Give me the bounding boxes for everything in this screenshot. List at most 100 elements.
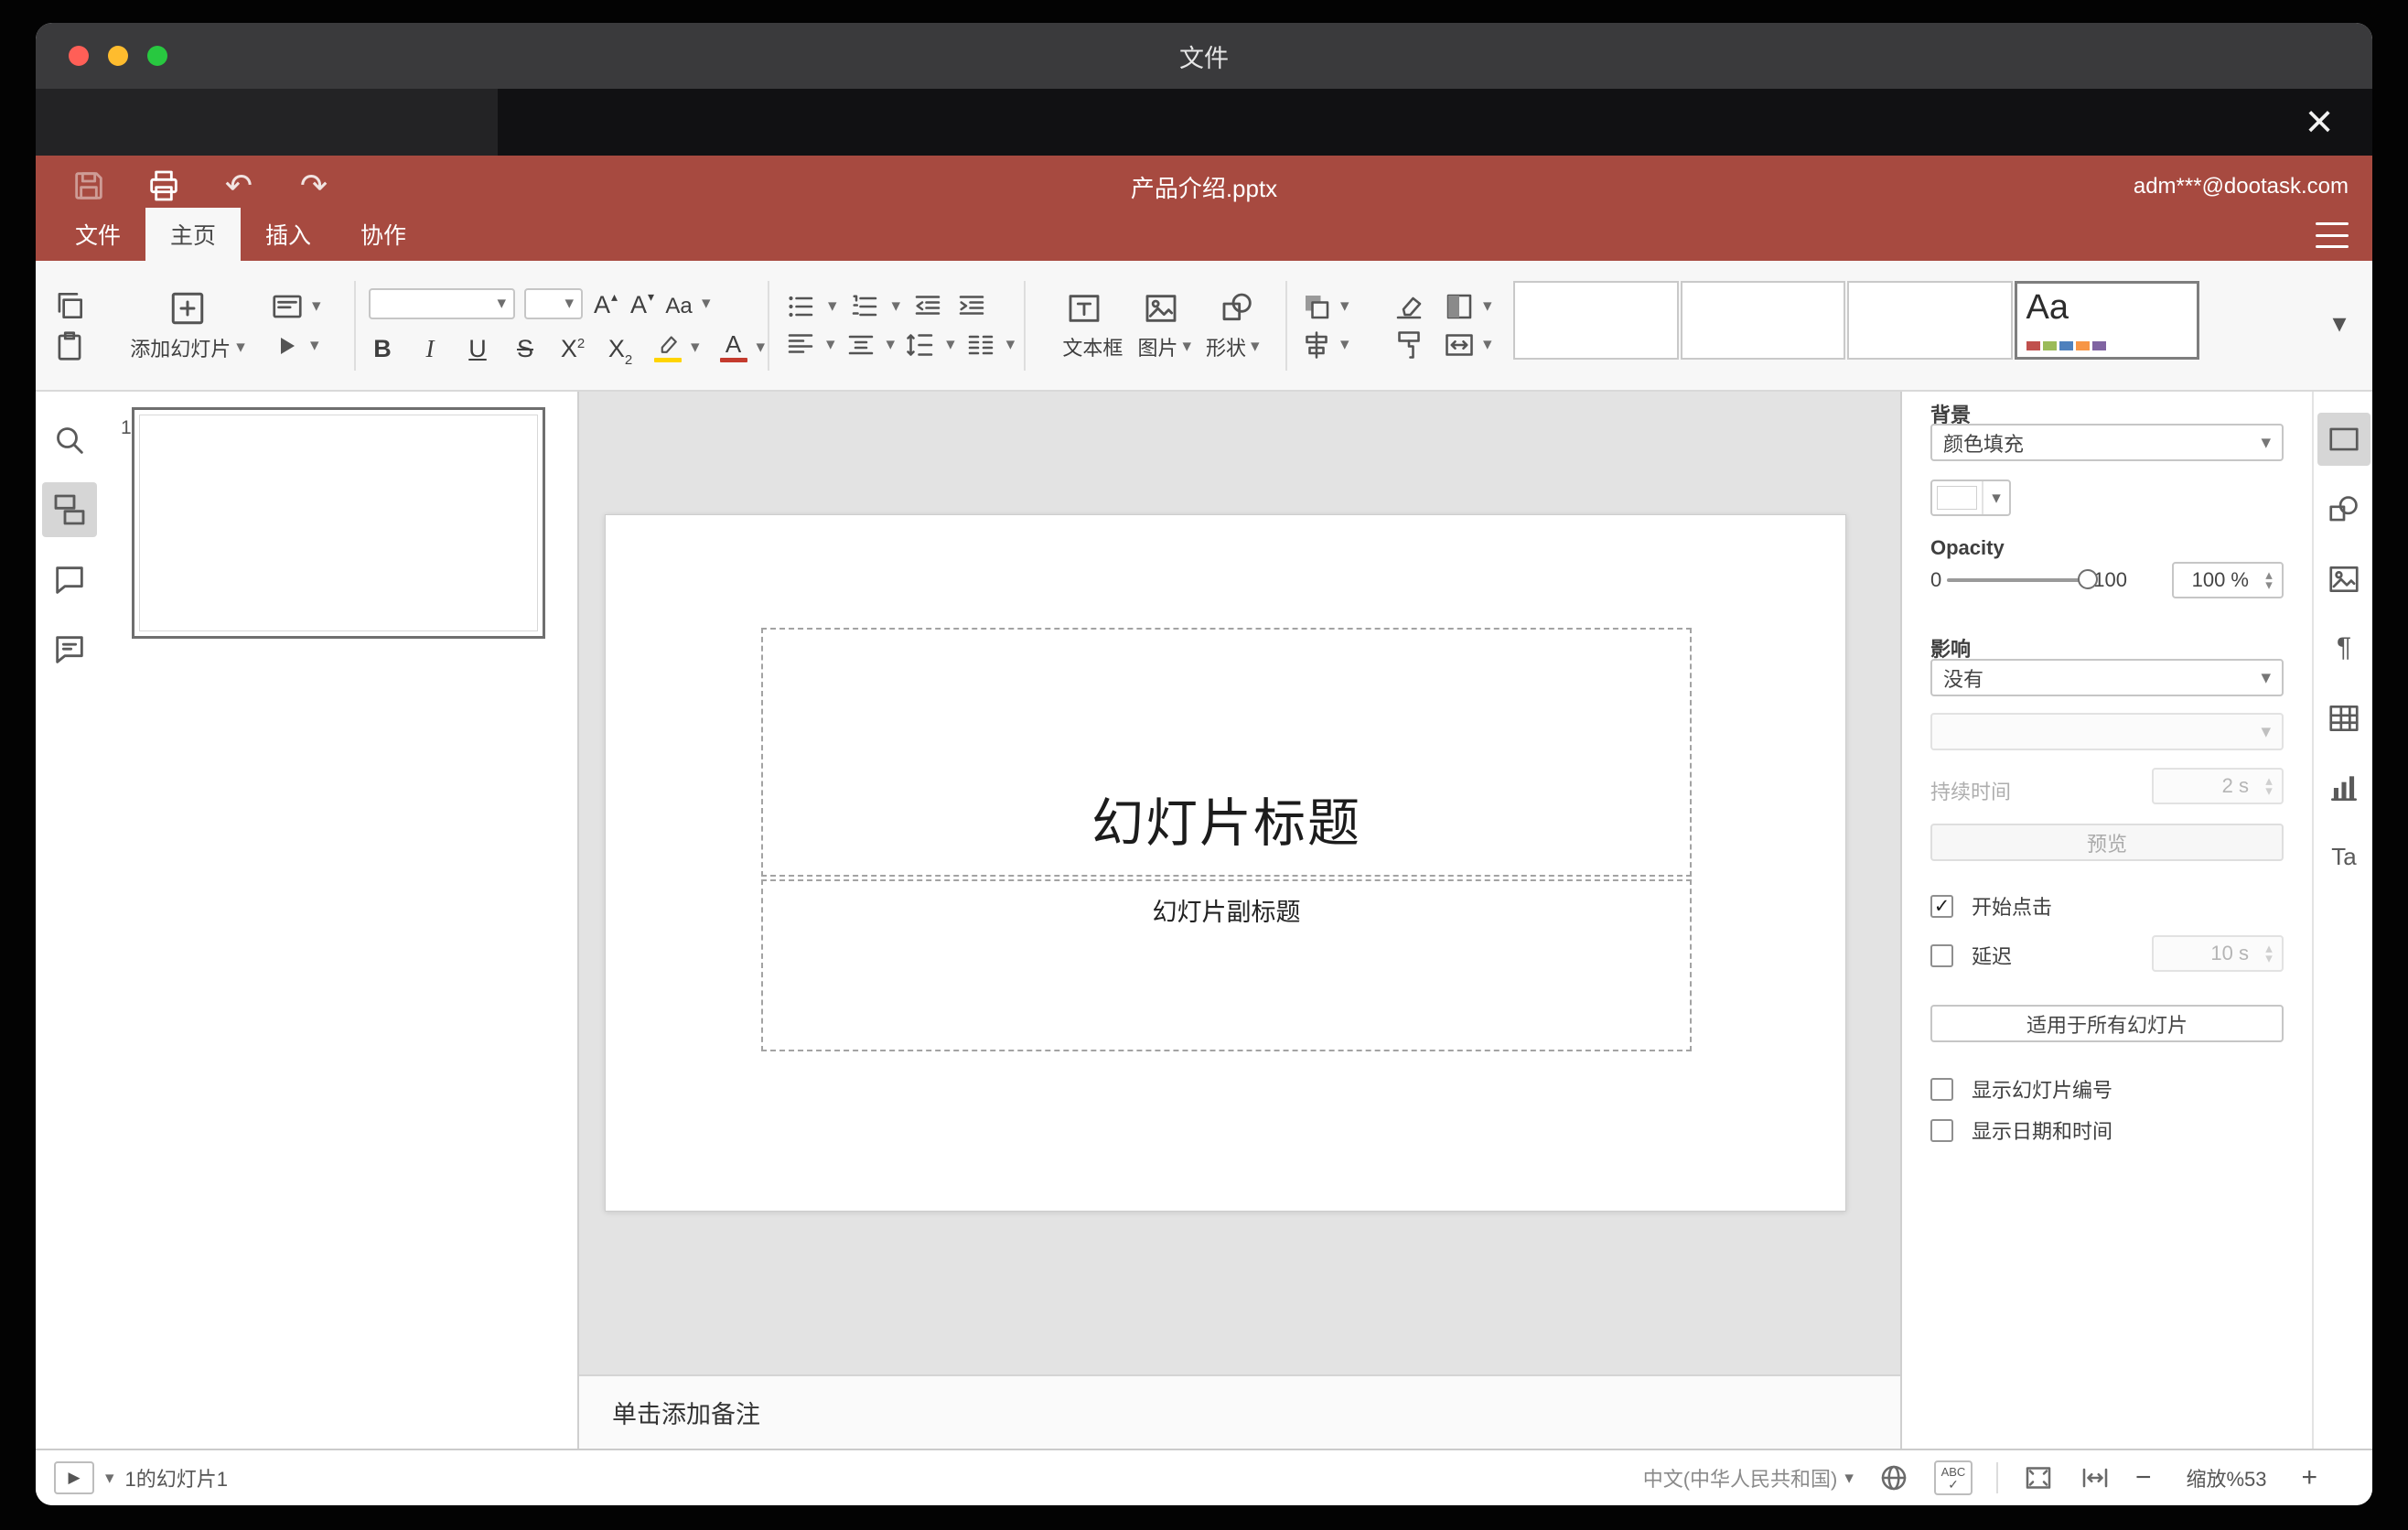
set-language-button[interactable] (1877, 1461, 1910, 1494)
fit-width-button[interactable] (2079, 1461, 2112, 1494)
shape-label[interactable]: 形状 (1206, 332, 1246, 361)
subscript-button[interactable]: X2 (607, 329, 634, 367)
theme-option[interactable] (1513, 281, 1679, 360)
chevron-down-icon[interactable]: ▾ (310, 337, 319, 354)
comments-button[interactable] (42, 553, 97, 608)
chevron-down-icon[interactable]: ▾ (1182, 338, 1191, 355)
highlight-color-button[interactable] (654, 332, 682, 362)
apply-to-all-button[interactable]: 适用于所有幻灯片 (1930, 1005, 2284, 1042)
font-name-combo[interactable]: ▾ (369, 287, 515, 319)
underline-button[interactable]: U (464, 329, 491, 367)
delay-checkbox[interactable] (1930, 943, 1953, 967)
horizontal-align-icon[interactable] (784, 329, 817, 361)
chevron-down-icon[interactable]: ▾ (1483, 336, 1492, 353)
add-slide-group[interactable]: 添加幻灯片 ▾ (113, 261, 263, 390)
search-button[interactable] (42, 413, 97, 468)
shape-settings-button[interactable] (2317, 483, 2370, 536)
theme-option[interactable] (1847, 281, 2013, 360)
delay-spinner[interactable]: 10 s ▴ ▾ (2152, 935, 2284, 972)
slide-size-icon[interactable] (1443, 329, 1476, 361)
chevron-down-icon[interactable]: ▾ (1251, 338, 1260, 355)
chevron-down-icon[interactable]: ▾ (757, 339, 766, 356)
bold-button[interactable]: B (369, 329, 396, 367)
slides-panel-button[interactable] (42, 482, 97, 537)
theme-option[interactable] (1680, 281, 1845, 360)
effect-variant-select[interactable]: ▾ (1930, 713, 2284, 750)
chevron-down-icon[interactable]: ▾ (828, 297, 837, 315)
notes-placeholder[interactable]: 单击添加备注 (612, 1395, 760, 1430)
opacity-slider[interactable] (1947, 569, 2099, 589)
close-preview-button[interactable]: × (2294, 96, 2345, 147)
chevron-down-icon[interactable]: ▾ (1340, 336, 1349, 353)
strikethrough-button[interactable]: S (511, 329, 539, 367)
zoom-window-button[interactable] (147, 46, 167, 66)
textbox-label[interactable]: 文本框 (1062, 332, 1123, 361)
chevron-down-icon[interactable]: ▾ (702, 295, 711, 312)
slide-title-text[interactable]: 幻灯片标题 (1091, 781, 1361, 857)
chevron-down-icon[interactable]: ▾ (946, 336, 955, 353)
chat-button[interactable] (42, 622, 97, 677)
title-placeholder[interactable]: 幻灯片标题 (761, 628, 1692, 877)
add-slide-icon[interactable] (168, 289, 207, 328)
chevron-down-icon[interactable]: ▾ (236, 339, 245, 356)
show-date-time-checkbox[interactable] (1930, 1118, 1953, 1142)
tab-collaboration[interactable]: 协作 (336, 208, 431, 261)
chevron-down-icon[interactable]: ▾ (105, 1470, 114, 1487)
decrease-font-button[interactable]: A ▾ (629, 285, 656, 323)
spin-down-icon[interactable]: ▾ (2265, 578, 2273, 592)
numbered-list-icon[interactable] (848, 290, 881, 323)
show-slide-number-checkbox[interactable] (1930, 1077, 1953, 1101)
line-spacing-icon[interactable] (904, 329, 937, 361)
opacity-spinner[interactable]: 100 % ▴ ▾ (2172, 562, 2284, 598)
slide-settings-button[interactable] (2317, 413, 2370, 466)
copy-style-icon[interactable] (1392, 329, 1425, 361)
align-shapes-icon[interactable] (1300, 329, 1333, 361)
paragraph-settings-button[interactable]: ¶ (2317, 621, 2370, 674)
increase-indent-icon[interactable] (955, 290, 988, 323)
textart-settings-button[interactable]: Ta (2317, 830, 2370, 883)
bullet-list-icon[interactable] (784, 290, 817, 323)
decrease-indent-icon[interactable] (911, 290, 944, 323)
slide-fill-icon[interactable] (1443, 290, 1476, 323)
table-settings-button[interactable] (2317, 692, 2370, 745)
chevron-down-icon[interactable]: ▾ (892, 297, 901, 315)
effect-select[interactable]: 没有 ▾ (1930, 659, 2284, 696)
minimize-window-button[interactable] (108, 46, 128, 66)
font-color-button[interactable]: A (719, 332, 747, 362)
notes-area[interactable]: 单击添加备注 (579, 1374, 1900, 1449)
italic-button[interactable]: I (416, 329, 444, 367)
theme-gallery-expand-button[interactable]: ▾ (2319, 297, 2360, 349)
font-size-combo[interactable]: ▾ (524, 287, 583, 319)
chevron-down-icon[interactable]: ▾ (691, 339, 700, 356)
image-settings-button[interactable] (2317, 553, 2370, 606)
language-selector[interactable]: 中文(中华人民共和国) ▾ (1643, 1463, 1854, 1492)
chevron-down-icon[interactable]: ▾ (826, 336, 835, 353)
slide-subtitle-text[interactable]: 幻灯片副标题 (1153, 892, 1301, 928)
chevron-down-icon[interactable]: ▾ (887, 336, 896, 353)
chevron-down-icon[interactable]: ▾ (564, 295, 574, 312)
chart-settings-button[interactable] (2317, 761, 2370, 814)
start-slideshow-button[interactable]: ▶ (54, 1461, 94, 1494)
chevron-down-icon[interactable]: ▾ (1340, 297, 1349, 315)
hamburger-menu-icon[interactable] (2316, 222, 2349, 248)
slide-layout-icon[interactable] (270, 289, 305, 324)
fill-type-select[interactable]: 颜色填充 ▾ (1930, 424, 2284, 461)
close-window-button[interactable] (69, 46, 89, 66)
paste-icon[interactable] (52, 329, 87, 363)
tab-insert[interactable]: 插入 (241, 208, 336, 261)
shape-icon[interactable] (1220, 290, 1256, 327)
subtitle-placeholder[interactable]: 幻灯片副标题 (761, 879, 1692, 1051)
chevron-down-icon[interactable]: ▾ (1006, 336, 1016, 353)
tab-file[interactable]: 文件 (50, 208, 145, 261)
columns-icon[interactable] (964, 329, 997, 361)
fit-slide-button[interactable] (2022, 1461, 2055, 1494)
duration-spinner[interactable]: 2 s ▴ ▾ (2152, 768, 2284, 804)
chevron-down-icon[interactable]: ▾ (312, 297, 321, 315)
superscript-button[interactable]: X2 (559, 329, 586, 367)
zoom-out-button[interactable]: − (2135, 1464, 2152, 1492)
change-case-button[interactable]: Aa (665, 285, 693, 323)
image-icon[interactable] (1143, 290, 1179, 327)
arrange-shapes-icon[interactable] (1300, 290, 1333, 323)
vertical-align-icon[interactable] (844, 329, 877, 361)
copy-icon[interactable] (52, 288, 87, 323)
